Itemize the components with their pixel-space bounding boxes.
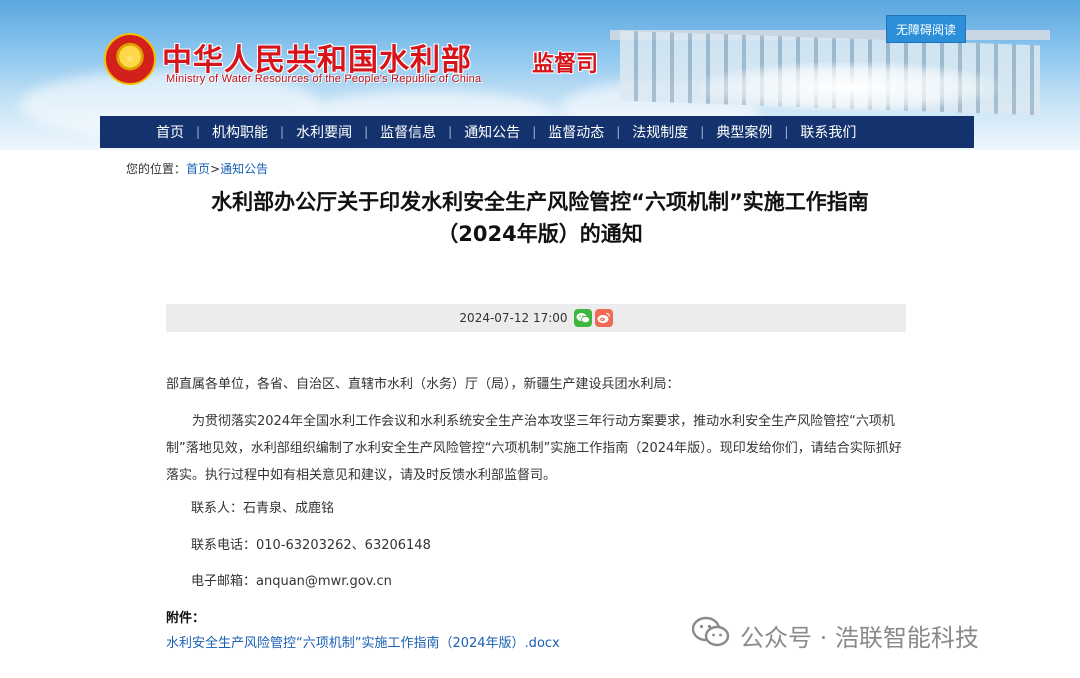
nav-separator: | xyxy=(196,125,201,139)
publish-datetime: 2024-07-12 17:00 xyxy=(459,311,568,325)
nav-item-supervision-info[interactable]: 监督信息 xyxy=(380,122,436,142)
nav-separator: | xyxy=(280,125,285,139)
breadcrumb: 您的位置：首页>通知公告 xyxy=(126,160,268,177)
attachment-download-link[interactable]: 水利安全生产风险管控“六项机制”实施工作指南（2024年版）.docx xyxy=(166,632,560,651)
breadcrumb-prefix: 您的位置： xyxy=(126,162,187,176)
watermark-text: 公众号 · 浩联智能科技 xyxy=(740,623,979,652)
main-paragraph: 为贯彻落实2024年全国水利工作会议和水利系统安全生产治本攻坚三年行动方案要求，… xyxy=(166,414,902,483)
article-meta-bar: 2024-07-12 17:00 xyxy=(166,304,906,332)
article-title-line2: （2024年版）的通知 xyxy=(437,222,643,246)
water-spray-graphic xyxy=(700,62,1000,112)
weibo-share-icon[interactable] xyxy=(594,309,613,327)
nav-separator: | xyxy=(616,125,621,139)
nav-item-notices[interactable]: 通知公告 xyxy=(464,122,520,142)
salutation-text: 部直属各单位，各省、自治区、直辖市水利（水务）厅（局），新疆生产建设兵团水利局： xyxy=(166,377,680,392)
nav-item-cases[interactable]: 典型案例 xyxy=(716,122,772,142)
nav-separator: | xyxy=(532,125,537,139)
nav-item-supervision-updates[interactable]: 监督动态 xyxy=(548,122,604,142)
nav-separator: | xyxy=(700,125,705,139)
main-nav: 首页 | 机构职能 | 水利要闻 | 监督信息 | 通知公告 | 监督动态 | … xyxy=(100,116,974,148)
accessibility-button[interactable]: 无障碍阅读 xyxy=(886,15,966,43)
department-name: 监督司 xyxy=(532,51,599,77)
breadcrumb-home-link[interactable]: 首页 xyxy=(186,162,210,176)
nav-separator: | xyxy=(784,125,789,139)
breadcrumb-current-link[interactable]: 通知公告 xyxy=(220,162,268,176)
breadcrumb-separator: > xyxy=(210,162,221,176)
nav-separator: | xyxy=(364,125,369,139)
article-title-line1: 水利部办公厅关于印发水利安全生产风险管控“六项机制”实施工作指南 xyxy=(211,190,869,214)
nav-item-home[interactable]: 首页 xyxy=(156,122,184,142)
nav-item-news[interactable]: 水利要闻 xyxy=(296,122,352,142)
attachment-label: 附件： xyxy=(166,611,206,626)
contact-phone: 联系电话：010-63203262、63206148 xyxy=(191,538,431,553)
contact-email: 电子邮箱：anquan@mwr.gov.cn xyxy=(191,574,392,589)
nav-separator: | xyxy=(448,125,453,139)
site-title-english: Ministry of Water Resources of the Peopl… xyxy=(166,73,482,85)
wechat-watermark: 公众号 · 浩联智能科技 xyxy=(691,616,979,654)
wechat-logo-icon xyxy=(691,616,730,654)
nav-item-contact[interactable]: 联系我们 xyxy=(800,122,856,142)
nav-item-functions[interactable]: 机构职能 xyxy=(212,122,268,142)
article-title: 水利部办公厅关于印发水利安全生产风险管控“六项机制”实施工作指南 （2024年版… xyxy=(130,186,950,250)
national-emblem-icon: ★ xyxy=(104,33,156,85)
wechat-share-icon[interactable] xyxy=(573,309,592,327)
contact-person: 联系人：石青泉、成鹿铭 xyxy=(191,501,335,516)
nav-item-regulations[interactable]: 法规制度 xyxy=(632,122,688,142)
